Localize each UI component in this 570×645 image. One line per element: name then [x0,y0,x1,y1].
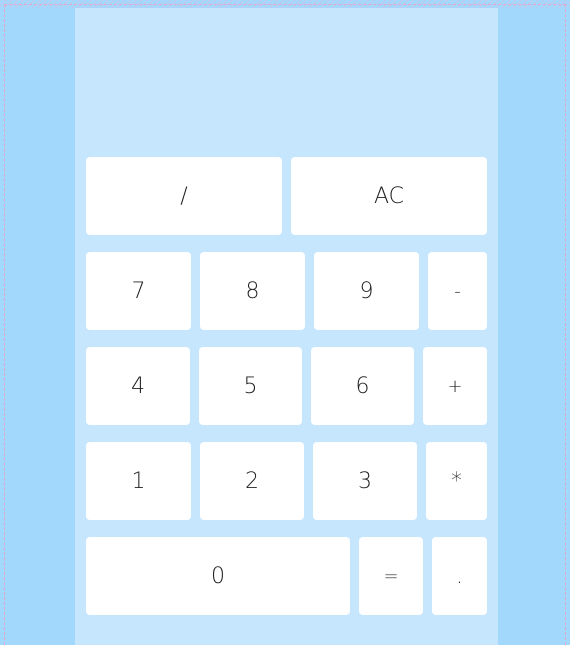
one-button[interactable]: 1 [86,442,191,520]
decimal-button[interactable]: . [432,537,487,615]
nine-button[interactable]: 9 [314,252,419,330]
five-button[interactable]: 5 [199,347,302,425]
eight-button[interactable]: 8 [200,252,305,330]
calculator-display [75,8,498,148]
top-edge-hatch [0,0,570,8]
equals-button[interactable]: = [359,537,423,615]
four-button[interactable]: 4 [86,347,190,425]
multiply-button[interactable]: * [426,442,487,520]
zero-button[interactable]: 0 [86,537,350,615]
two-button[interactable]: 2 [200,442,304,520]
three-button[interactable]: 3 [313,442,417,520]
divide-button[interactable]: / [86,157,282,235]
six-button[interactable]: 6 [311,347,414,425]
calculator-panel: / AC 7 8 9 - 4 5 6 + 1 2 3 * 0 = . [75,8,498,645]
plus-button[interactable]: + [423,347,487,425]
clear-button[interactable]: AC [291,157,487,235]
minus-button[interactable]: - [428,252,487,330]
seven-button[interactable]: 7 [86,252,191,330]
